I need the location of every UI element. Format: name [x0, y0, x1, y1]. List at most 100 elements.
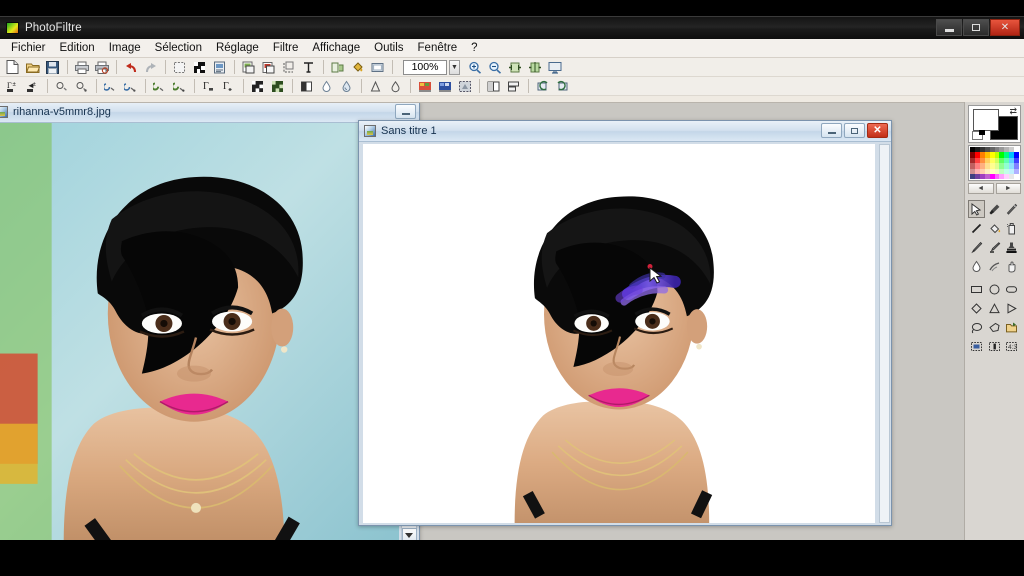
clone-stamp-tool[interactable]	[986, 238, 1003, 256]
fit-screen-button[interactable]	[525, 59, 544, 76]
brightness-up-button[interactable]: Γ ±	[3, 78, 22, 95]
right-triangle-shape[interactable]	[1003, 299, 1020, 317]
scroll-down-button-source[interactable]	[401, 528, 417, 540]
copy-image-button[interactable]	[239, 59, 258, 76]
palette-next-button[interactable]: ►	[995, 183, 1021, 195]
contrast-down-button[interactable]	[72, 78, 91, 95]
resize-image-button[interactable]	[328, 59, 347, 76]
zoom-out-button[interactable]	[485, 59, 504, 76]
selection-arrow-tool[interactable]	[968, 200, 986, 219]
gamma-up-button[interactable]	[101, 78, 120, 95]
polygon-shape[interactable]	[986, 318, 1003, 336]
paintbrush-tool[interactable]	[968, 238, 985, 256]
image-window-untitled-restore-button[interactable]	[844, 123, 865, 138]
load-selection[interactable]	[1003, 318, 1020, 336]
palette-swatch[interactable]	[1014, 173, 1020, 180]
image-window-untitled-minimize-button[interactable]	[821, 123, 842, 138]
image-window-untitled-title-bar[interactable]: Sans titre 1 ✕	[359, 121, 891, 142]
menu-item-fichier[interactable]: Fichier	[4, 40, 53, 56]
blur-tool[interactable]	[968, 257, 985, 275]
image-window-untitled-close-button[interactable]: ✕	[867, 123, 888, 138]
menu-item-help[interactable]: ?	[464, 40, 484, 56]
print-button[interactable]	[72, 59, 91, 76]
rectangle-shape[interactable]	[968, 280, 985, 298]
indexed-color-button[interactable]	[435, 78, 454, 95]
image-canvas-source[interactable]	[0, 123, 399, 540]
menu-item-selection[interactable]: Sélection	[148, 40, 209, 56]
menu-item-reglage[interactable]: Réglage	[209, 40, 266, 56]
frame-button[interactable]	[368, 59, 387, 76]
crop-button[interactable]	[279, 59, 298, 76]
menu-item-fenetre[interactable]: Fenêtre	[411, 40, 465, 56]
image-properties-button[interactable]	[210, 59, 229, 76]
ellipse-shape[interactable]	[986, 280, 1003, 298]
zoom-in-button[interactable]	[465, 59, 484, 76]
menu-item-image[interactable]: Image	[102, 40, 148, 56]
flip-horizontal-button[interactable]	[484, 78, 503, 95]
zoom-level-input[interactable]: 100%	[403, 59, 447, 75]
select-all-button[interactable]	[170, 59, 189, 76]
menu-item-affichage[interactable]: Affichage	[305, 40, 367, 56]
levels-up-button[interactable]: Γ	[199, 78, 218, 95]
vertical-scrollbar-untitled[interactable]	[879, 144, 890, 523]
gradient-horizontal[interactable]	[968, 337, 985, 355]
default-colors-icon[interactable]	[972, 130, 985, 140]
menu-item-outils[interactable]: Outils	[367, 40, 410, 56]
menu-item-edition[interactable]: Edition	[53, 40, 102, 56]
full-screen-button[interactable]	[545, 59, 564, 76]
undo-button[interactable]	[121, 59, 140, 76]
restore-button[interactable]	[963, 19, 989, 36]
triangle-shape[interactable]	[986, 299, 1003, 317]
menu-item-filtre[interactable]: Filtre	[266, 40, 306, 56]
line-tool[interactable]	[968, 219, 985, 237]
rotate-left-button[interactable]	[533, 78, 552, 95]
color-selector[interactable]: ⇄	[968, 105, 1021, 143]
new-document-button[interactable]	[3, 59, 22, 76]
open-folder-button[interactable]	[23, 59, 42, 76]
smudge-tool[interactable]	[986, 257, 1003, 275]
spray-can-tool[interactable]	[1003, 219, 1020, 237]
sharpen-button[interactable]	[337, 78, 356, 95]
grayscale-button[interactable]	[297, 78, 316, 95]
redo-button[interactable]	[141, 59, 160, 76]
close-button[interactable]: ✕	[990, 19, 1020, 36]
halftone-button[interactable]	[268, 78, 287, 95]
text-tool-button[interactable]	[299, 59, 318, 76]
image-window-source-title-bar[interactable]: rihanna-v5mmr8.jpg	[0, 103, 419, 123]
mask-button[interactable]	[190, 59, 209, 76]
brightness-down-button[interactable]: ◄ ±	[23, 78, 42, 95]
gamma-down-button[interactable]	[121, 78, 140, 95]
image-canvas-untitled[interactable]	[363, 144, 875, 523]
palette-prev-button[interactable]: ◄	[968, 183, 994, 195]
flip-vertical-button[interactable]	[504, 78, 523, 95]
print-preview-button[interactable]	[92, 59, 111, 76]
transparency-tool[interactable]: 4:3	[1003, 337, 1020, 355]
image-window-source-minimize-button[interactable]	[395, 104, 416, 119]
swap-colors-icon[interactable]: ⇄	[1009, 106, 1017, 117]
gradient-vertical[interactable]	[986, 337, 1003, 355]
minimize-button[interactable]	[936, 19, 962, 36]
rounded-rectangle-shape[interactable]	[1003, 280, 1020, 298]
contrast-up-button[interactable]	[52, 78, 71, 95]
color-mode-button[interactable]	[415, 78, 434, 95]
fit-width-button[interactable]	[505, 59, 524, 76]
dither-button[interactable]	[248, 78, 267, 95]
color-palette-grid[interactable]	[968, 145, 1021, 182]
foreground-color-swatch[interactable]	[973, 109, 999, 131]
diamond-shape[interactable]	[968, 299, 985, 317]
levels-down-button[interactable]: Γ	[219, 78, 238, 95]
paint-bucket-button[interactable]	[348, 59, 367, 76]
lasso-shape[interactable]	[968, 318, 985, 336]
noise-button[interactable]	[386, 78, 405, 95]
saturation-down-button[interactable]	[170, 78, 189, 95]
paste-image-button[interactable]	[259, 59, 278, 76]
save-button[interactable]	[43, 59, 62, 76]
negative-button[interactable]	[455, 78, 474, 95]
eyedropper-tool[interactable]	[986, 200, 1003, 218]
stamp-tool[interactable]	[1003, 238, 1020, 256]
image-window-source[interactable]: rihanna-v5mmr8.jpg	[0, 103, 420, 540]
rotate-right-button[interactable]	[553, 78, 572, 95]
blur-button[interactable]	[317, 78, 336, 95]
zoom-dropdown-button[interactable]: ▼	[449, 59, 460, 75]
soften-button[interactable]	[366, 78, 385, 95]
